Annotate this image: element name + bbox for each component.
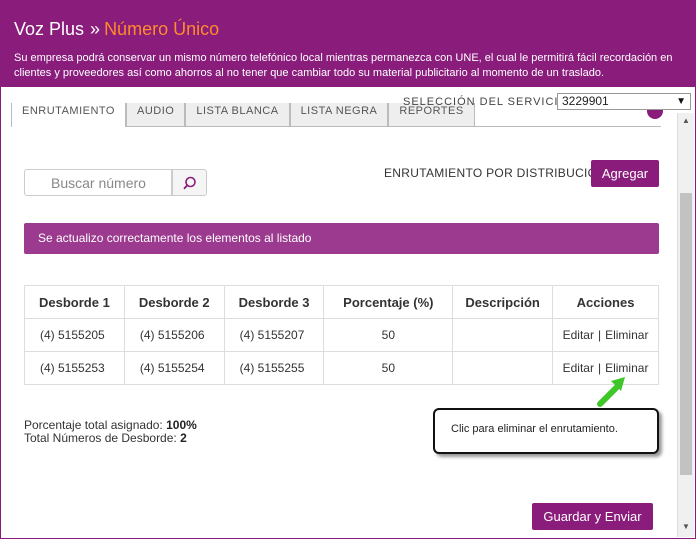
product-name: Número Único: [104, 19, 220, 39]
header-banner: Voz Plus» Número Único Su empresa podrá c…: [1, 1, 695, 87]
vertical-scrollbar[interactable]: ▲ ▼: [677, 113, 694, 537]
title-separator: »: [90, 19, 101, 39]
cell-descripcion: [452, 351, 554, 385]
column-header: Descripción: [452, 285, 554, 319]
summary-block: Porcentaje total asignado: 100% Total Nú…: [24, 419, 197, 445]
edit-link[interactable]: Editar: [563, 328, 594, 342]
scroll-down-icon[interactable]: ▼: [678, 519, 694, 535]
cell-desborde-2: (4) 5155254: [123, 351, 225, 385]
percentage-label: Porcentaje total asignado:: [24, 418, 163, 432]
add-button[interactable]: Agregar: [591, 160, 659, 187]
cell-porcentaje: 50: [323, 351, 454, 385]
count-summary: Total Números de Desborde: 2: [24, 432, 197, 445]
green-arrow-icon: [597, 377, 625, 407]
table-header-row: Desborde 1 Desborde 2 Desborde 3 Porcent…: [24, 285, 659, 319]
cell-desborde-3: (4) 5155207: [223, 318, 325, 352]
cell-desborde-1: (4) 5155253: [24, 351, 125, 385]
edit-link[interactable]: Editar: [563, 361, 594, 375]
routing-table: Desborde 1 Desborde 2 Desborde 3 Porcent…: [24, 285, 659, 385]
cell-desborde-2: (4) 5155206: [123, 318, 225, 352]
app-window: Voz Plus» Número Único Su empresa podrá c…: [0, 0, 696, 539]
cell-desborde-1: (4) 5155205: [24, 318, 125, 352]
tooltip-callout: Clic para eliminar el enrutamiento.: [433, 408, 659, 454]
column-header: Porcentaje (%): [323, 285, 454, 319]
count-value: 2: [180, 431, 187, 445]
search-icon: [183, 176, 196, 190]
service-selector-row: SELECCIÓN DEL SERVICIO: 3229901 ▼: [1, 92, 695, 112]
service-select[interactable]: 3229901 ▼: [557, 93, 691, 110]
cell-acciones: Editar | Eliminar: [552, 318, 659, 352]
distribution-label: ENRUTAMIENTO POR DISTRIBUCIÓN: [384, 166, 607, 180]
table-row: (4) 5155253 (4) 5155254 (4) 5155255 50 E…: [24, 351, 659, 385]
table-row: (4) 5155205 (4) 5155206 (4) 5155207 50 E…: [24, 318, 659, 352]
column-header: Acciones: [552, 285, 659, 319]
delete-link[interactable]: Eliminar: [605, 328, 648, 342]
action-separator: |: [597, 328, 602, 342]
search-button[interactable]: [172, 169, 207, 196]
search-input[interactable]: [24, 169, 172, 196]
column-header: Desborde 2: [123, 285, 225, 319]
chevron-down-icon: ▼: [676, 96, 686, 107]
header-description: Su empresa podrá conservar un mismo núme…: [14, 52, 673, 79]
success-alert: Se actualizo correctamente los elementos…: [24, 223, 659, 254]
page-title: Voz Plus» Número Único: [14, 19, 219, 40]
cell-porcentaje: 50: [323, 318, 454, 352]
column-header: Desborde 1: [24, 285, 125, 319]
save-send-button[interactable]: Guardar y Enviar: [532, 503, 653, 530]
count-label: Total Números de Desborde:: [24, 431, 177, 445]
percentage-value: 100%: [166, 418, 197, 432]
tabs-divider: [436, 126, 661, 127]
scroll-up-icon[interactable]: ▲: [678, 113, 694, 129]
column-header: Desborde 3: [223, 285, 325, 319]
scroll-thumb[interactable]: [680, 193, 692, 475]
service-label: SELECCIÓN DEL SERVICIO:: [403, 96, 573, 108]
cell-desborde-3: (4) 5155255: [223, 351, 325, 385]
brand-name: Voz Plus: [14, 19, 85, 39]
service-selected-value: 3229901: [562, 94, 609, 108]
cell-descripcion: [452, 318, 554, 352]
